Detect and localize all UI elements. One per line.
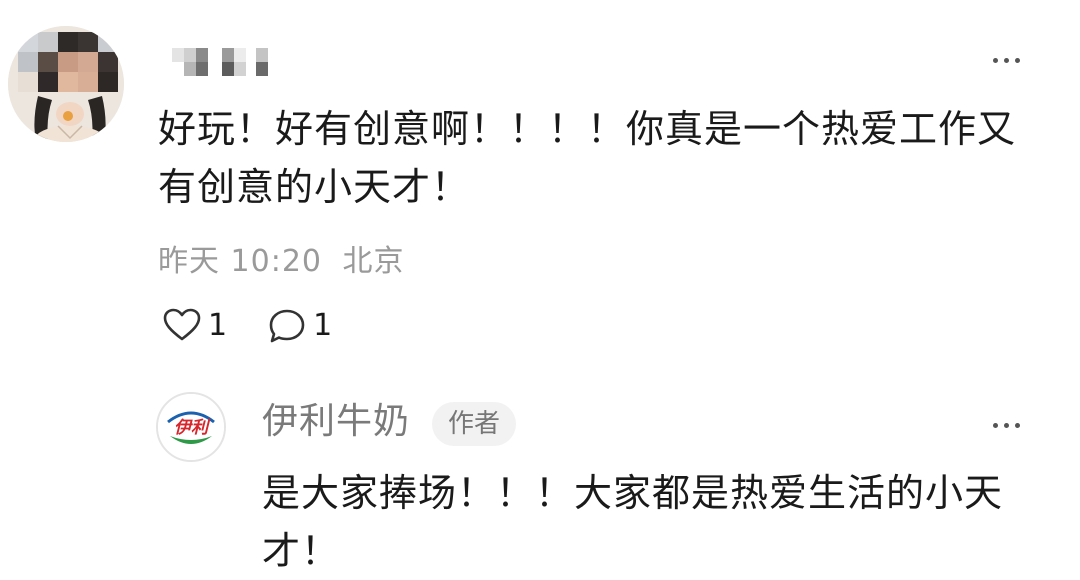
like-count: 1 [208, 308, 228, 343]
comment-actions: 1 1 [162, 306, 332, 346]
comment-date: 昨天 10:20 [158, 244, 322, 279]
username-mosaic[interactable] [172, 44, 272, 80]
avatar-image [8, 26, 124, 142]
author-badge: 作者 [432, 402, 517, 446]
username-mosaic-image [172, 48, 268, 76]
brand-avatar[interactable]: 伊利 [156, 392, 226, 462]
yili-logo-icon: 伊利 [158, 394, 224, 460]
reply-author-name[interactable]: 伊利牛奶 [262, 400, 410, 444]
logo-text: 伊利 [174, 418, 211, 438]
reply-more-options-button[interactable] [986, 415, 1026, 435]
like-button[interactable]: 1 [162, 306, 227, 346]
more-options-button[interactable] [986, 50, 1026, 70]
comment-meta: 昨天 10:20 北京 [158, 236, 405, 280]
more-dots-icon [992, 422, 998, 428]
heart-outline-icon [163, 308, 201, 341]
reply-button[interactable]: 1 [267, 306, 332, 346]
reply-text: 是大家捧场！！！大家都是热爱生活的小天才！ [262, 471, 1004, 573]
user-avatar[interactable] [8, 26, 124, 142]
more-dots-icon [992, 57, 998, 63]
reply-count: 1 [313, 308, 333, 343]
reply-item: 伊利 伊利牛奶 作者 是大家捧场！！！大家都是热爱生活的小天才！ [0, 380, 1080, 573]
comment-text: 好玩！好有创意啊！！！！你真是一个热爱工作又有创意的小天才！ [158, 107, 1017, 209]
speech-bubble-icon [269, 309, 305, 343]
comment-location: 北京 [342, 244, 405, 279]
